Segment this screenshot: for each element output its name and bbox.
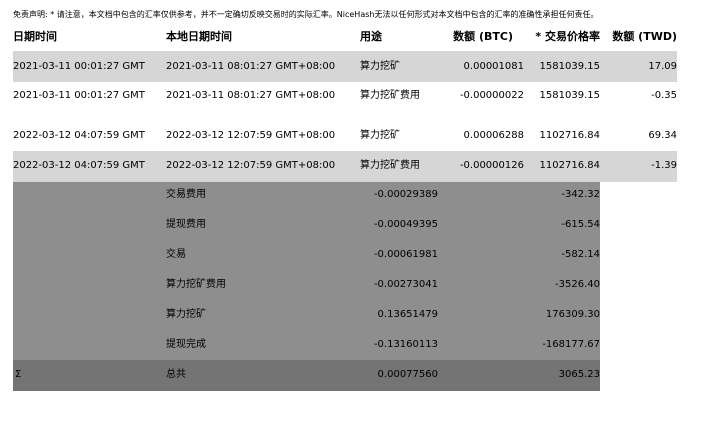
row-purpose: 算力挖矿费用 [360,160,420,171]
table-row: 2022-03-12 04:07:59 GMT 2022-03-12 12:07… [13,114,677,151]
row-twd: 69.34 [648,130,677,141]
summary-btc: -0.00049395 [373,219,438,230]
col-header-rate: * 交易价格率 [535,30,600,43]
row-rate: 1581039.15 [539,90,600,101]
row-date: 2021-03-11 00:01:27 GMT [13,90,145,101]
row-local-date: 2022-03-12 12:07:59 GMT+08:00 [166,160,336,171]
summary-label: 交易 [166,249,186,260]
row-btc: -0.00000126 [459,160,524,171]
disclaimer: 免责声明: * 请注意，本文档中包含的汇率仅供参考，并不一定确切反映交易时的实际… [13,10,599,19]
summary-label: 交易费用 [166,189,206,200]
row-date: 2022-03-12 04:07:59 GMT [13,130,145,141]
row-twd: 17.09 [648,61,677,72]
row-purpose: 算力挖矿费用 [360,90,420,101]
col-header-local-date: 本地日期时间 [166,30,232,43]
summary-btc: -0.00273041 [373,279,438,290]
table-row: 2021-03-11 00:01:27 GMT 2021-03-11 08:01… [13,82,677,114]
total-btc: 0.00077560 [377,369,438,380]
col-header-purpose: 用途 [360,30,382,43]
summary-btc: -0.00061981 [373,249,438,260]
row-purpose: 算力挖矿 [360,61,400,72]
row-local-date: 2021-03-11 08:01:27 GMT+08:00 [166,90,336,101]
summary-twd: -582.14 [561,249,600,260]
summary-twd: -3526.40 [555,279,600,290]
row-btc: -0.00000022 [459,90,524,101]
row-rate: 1102716.84 [539,160,600,171]
col-header-date: 日期时间 [13,30,57,43]
total-twd: 3065.23 [558,369,600,380]
table-row: 2022-03-12 04:07:59 GMT 2022-03-12 12:07… [13,151,677,182]
summary-section [13,182,600,360]
summary-label: 算力挖矿费用 [166,279,226,290]
row-local-date: 2022-03-12 12:07:59 GMT+08:00 [166,130,336,141]
summary-btc: -0.13160113 [373,339,438,350]
summary-label: 算力挖矿 [166,309,206,320]
summary-label: 提现费用 [166,219,206,230]
col-header-amount-twd: 数额 (TWD) [612,30,677,43]
row-twd: -1.39 [651,160,677,171]
summary-btc: -0.00029389 [373,189,438,200]
summary-twd: -168177.67 [542,339,600,350]
row-rate: 1102716.84 [539,130,600,141]
row-local-date: 2021-03-11 08:01:27 GMT+08:00 [166,61,336,72]
summary-twd: -342.32 [561,189,600,200]
table-row: 2021-03-11 00:01:27 GMT 2021-03-11 08:01… [13,51,677,82]
summary-twd: -615.54 [561,219,600,230]
row-purpose: 算力挖矿 [360,130,400,141]
summary-btc: 0.13651479 [377,309,438,320]
row-twd: -0.35 [651,90,677,101]
row-btc: 0.00001081 [463,61,524,72]
total-symbol: Σ [15,369,22,380]
col-header-amount-btc: 数额 (BTC) [453,30,513,43]
total-row [13,360,600,391]
row-date: 2022-03-12 04:07:59 GMT [13,160,145,171]
summary-label: 提现完成 [166,339,206,350]
summary-twd: 176309.30 [545,309,600,320]
row-date: 2021-03-11 00:01:27 GMT [13,61,145,72]
row-btc: 0.00006288 [463,130,524,141]
total-label: 总共 [166,369,186,380]
row-rate: 1581039.15 [539,61,600,72]
